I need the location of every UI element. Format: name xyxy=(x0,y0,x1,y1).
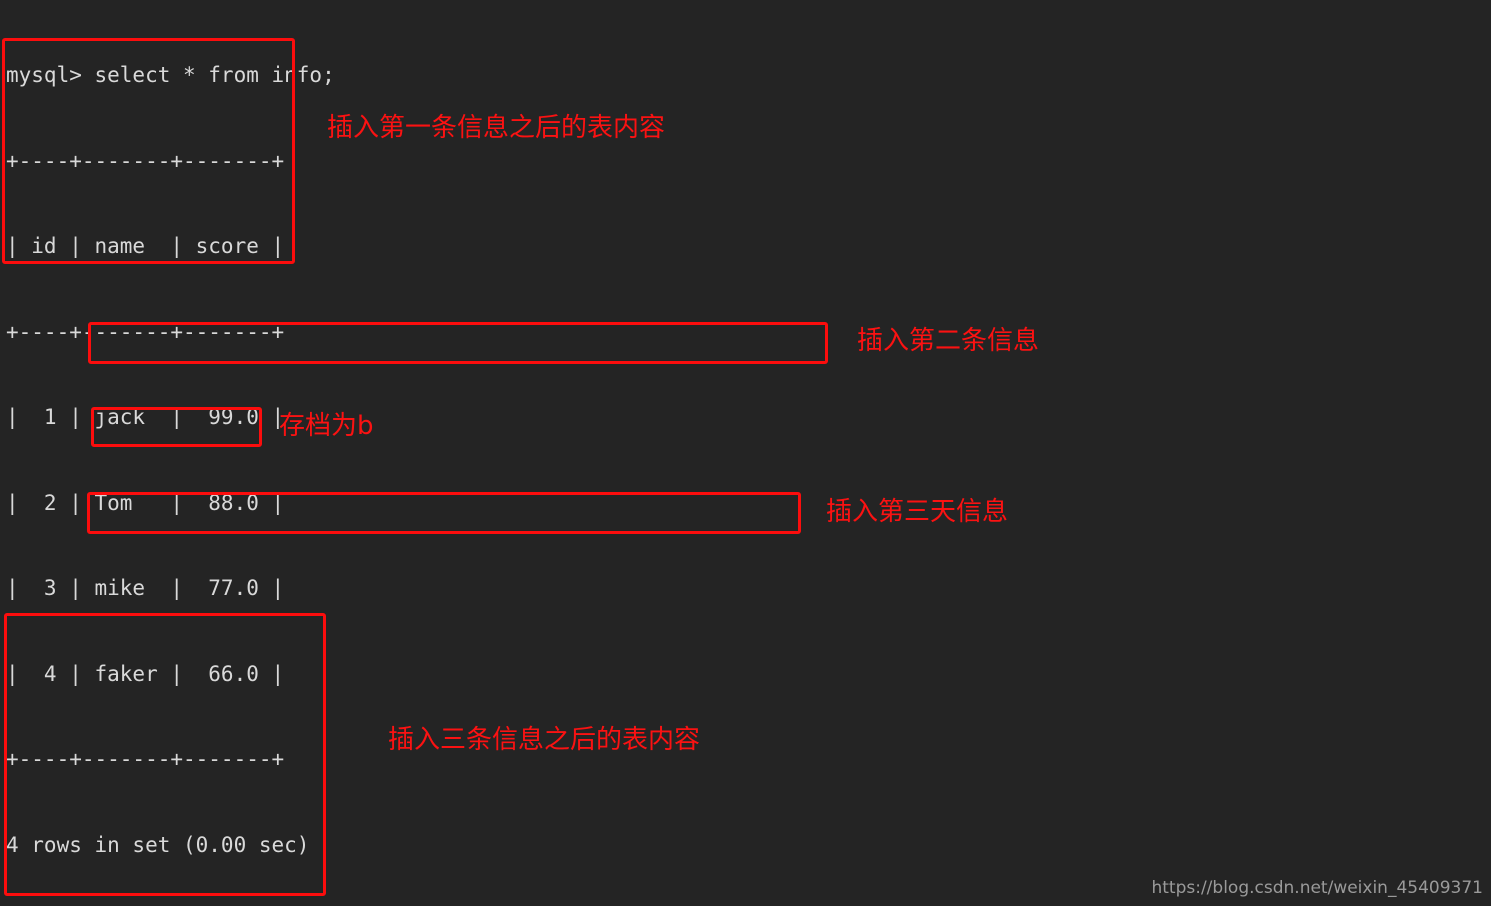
table-row: | 4 | faker | 66.0 | xyxy=(6,661,285,686)
annotation-third-insert: 插入第三天信息 xyxy=(826,497,1009,527)
table-row: | 3 | mike | 77.0 | xyxy=(6,576,285,600)
terminal-line-rule: +----+-------+-------+ xyxy=(6,319,285,344)
terminal-line-rowcount: 4 rows in set (0.00 sec) xyxy=(6,832,310,857)
terminal-output: mysql> select * from info; +----+-------… xyxy=(6,4,1406,906)
table-row: | 2 | Tom | 88.0 | xyxy=(6,490,285,515)
terminal-line-rule: +----+-------+-------+ xyxy=(6,747,285,771)
table-row: | 1 | jack | 99.0 | xyxy=(6,405,285,429)
terminal-line-rule: +----+-------+-------+ xyxy=(6,148,285,173)
annotation-second-table: 插入三条信息之后的表内容 xyxy=(388,725,701,755)
terminal-line-header: | id | name | score | xyxy=(6,234,285,258)
annotation-savepoint: 存档为b xyxy=(279,411,374,441)
terminal-screenshot: mysql> select * from info; +----+-------… xyxy=(0,0,1491,906)
annotation-first-table: 插入第一条信息之后的表内容 xyxy=(327,113,666,143)
watermark-url: https://blog.csdn.net/weixin_45409371 xyxy=(1151,878,1483,898)
annotation-second-insert: 插入第二条信息 xyxy=(857,326,1040,356)
terminal-line-select-1: mysql> select * from info; xyxy=(6,63,335,87)
